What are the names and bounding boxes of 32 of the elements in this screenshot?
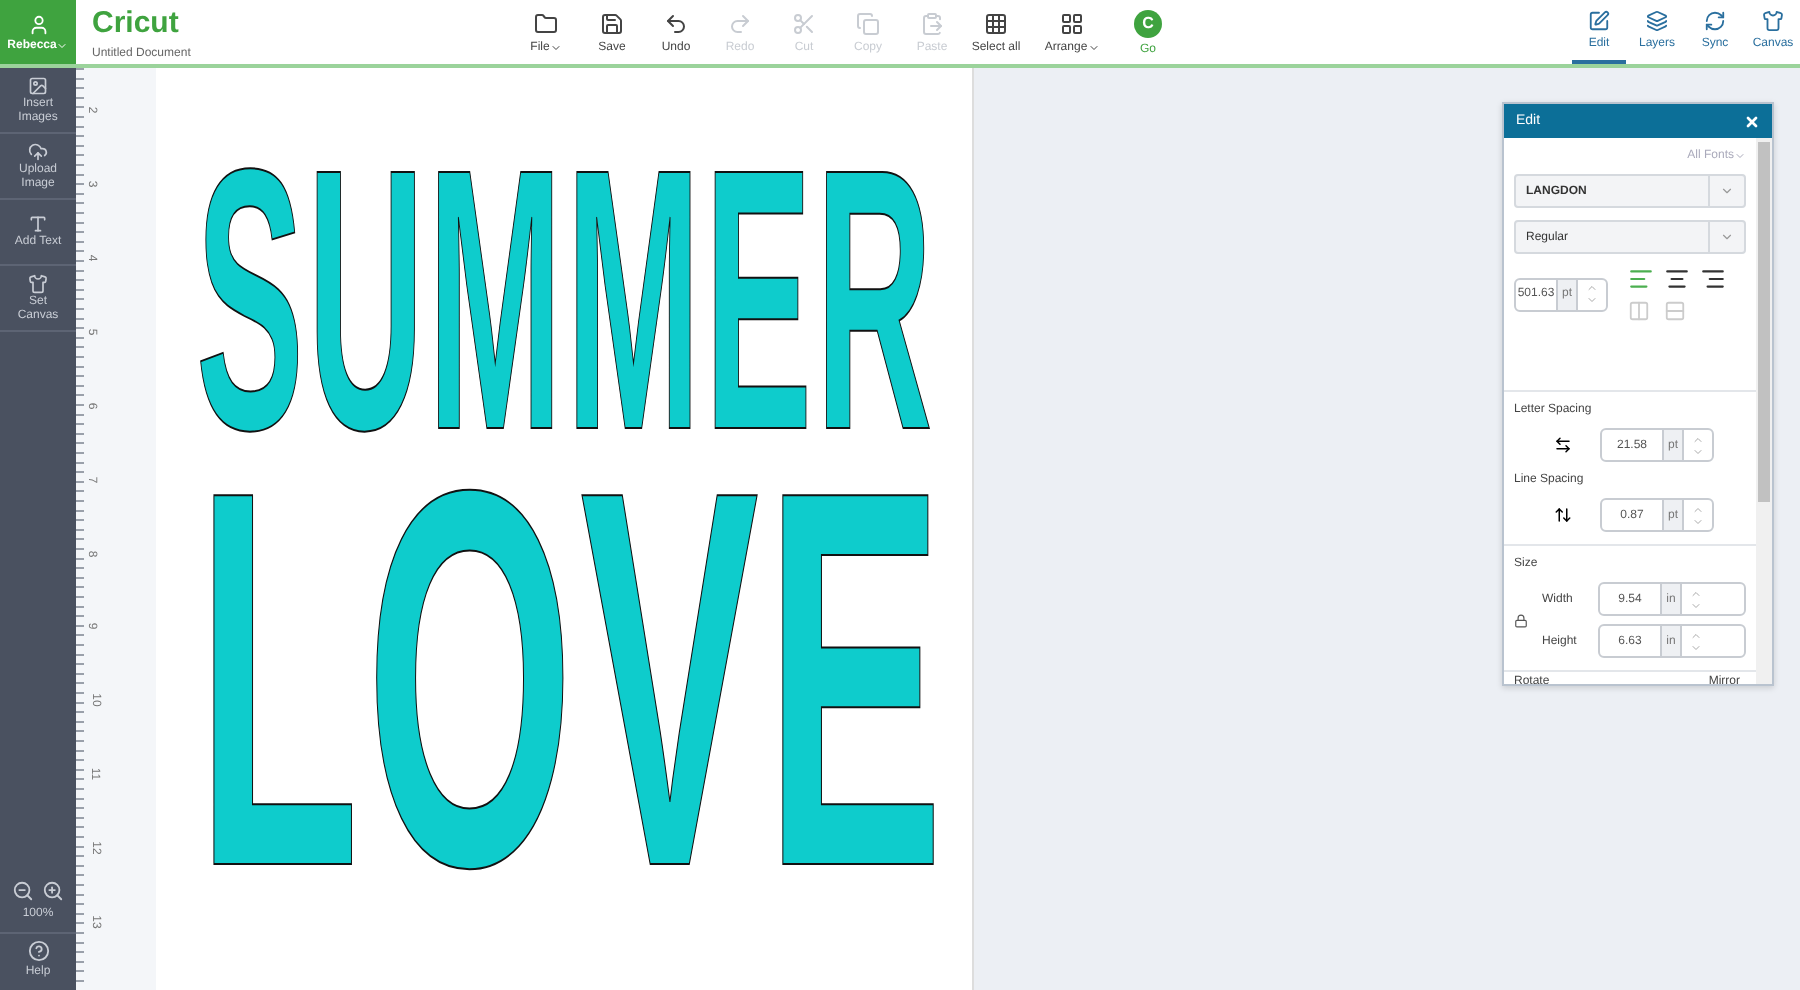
zoom-in-icon[interactable] [42,880,64,902]
caret-icon [1087,41,1100,53]
caret-icon [56,39,69,51]
zoom-out-icon[interactable] [12,880,34,902]
caret-icon [1720,184,1734,198]
caret-icon [549,41,562,53]
lock-icon[interactable] [1514,613,1528,627]
upload-icon [28,141,48,161]
close-icon[interactable] [1744,113,1760,129]
redo-icon [728,11,752,35]
cut-icon [792,11,816,35]
caret-icon [1720,230,1734,244]
copy-icon [856,11,880,35]
line-spacing-icon [1554,506,1572,524]
align-button[interactable] [1700,266,1728,292]
edit-icon [1588,10,1610,32]
folder-icon [534,11,558,35]
layers-icon [1646,10,1668,32]
paste-icon [920,11,944,35]
letter-spacing-icon [1554,436,1572,454]
align-button[interactable] [1664,266,1692,292]
logo: Cricut [92,8,181,40]
help-icon [27,940,49,962]
go-icon: C [1134,9,1162,37]
text-icon [28,214,48,234]
user-icon [27,13,49,35]
caret-icon [1734,150,1746,162]
undo-icon [664,11,688,35]
scrollbar[interactable] [1756,138,1772,684]
sync-icon [1704,10,1726,32]
image-icon [28,75,48,95]
save-icon [600,11,624,35]
